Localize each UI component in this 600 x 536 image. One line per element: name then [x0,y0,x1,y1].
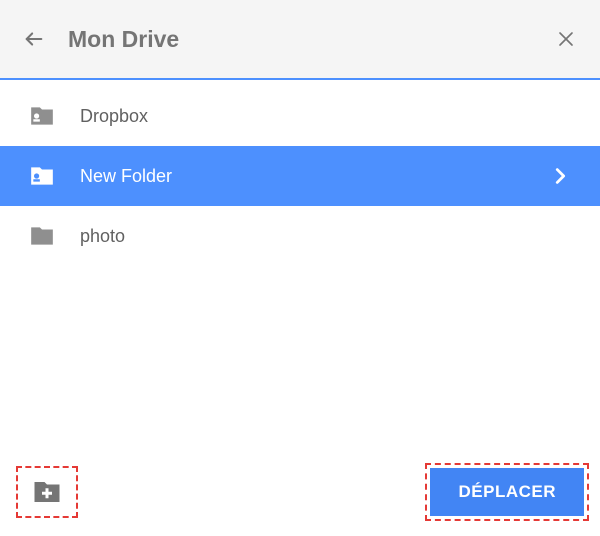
folder-item-label: New Folder [80,166,548,187]
dialog-header: Mon Drive [0,0,600,80]
folder-item-photo[interactable]: photo [0,206,600,266]
dialog-title: Mon Drive [68,26,546,53]
folder-special-icon [28,102,56,130]
close-icon [557,30,575,48]
move-dialog: Mon Drive Dropbox New Folder photo [0,0,600,536]
folder-list: Dropbox New Folder photo [0,80,600,266]
arrow-left-icon [23,28,45,50]
folder-special-icon [28,162,56,190]
dialog-footer: DÉPLACER [0,466,600,518]
folder-item-label: photo [80,226,572,247]
move-button[interactable]: DÉPLACER [430,468,584,516]
folder-item-new-folder[interactable]: New Folder [0,146,600,206]
new-folder-button[interactable] [16,466,78,518]
folder-icon [28,222,56,250]
chevron-right-icon [548,164,572,188]
folder-add-icon [32,477,62,507]
close-button[interactable] [546,19,586,59]
folder-item-dropbox[interactable]: Dropbox [0,86,600,146]
folder-item-label: Dropbox [80,106,572,127]
back-button[interactable] [14,19,54,59]
